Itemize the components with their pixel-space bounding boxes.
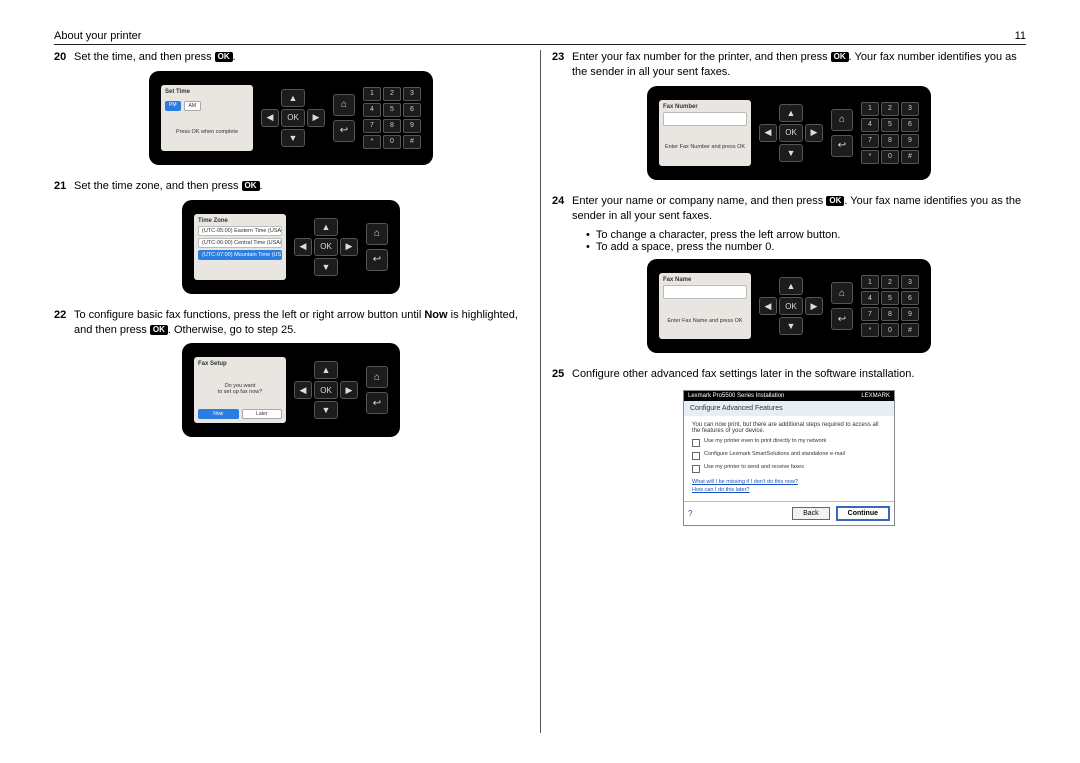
step-25: 25 Configure other advanced fax settings… xyxy=(552,367,1026,382)
page-header: About your printer 11 xyxy=(54,24,1026,45)
down-button[interactable]: ▼ xyxy=(281,129,305,147)
now-button[interactable]: Now xyxy=(198,409,239,419)
step-23: 23 Enter your fax number for the printer… xyxy=(552,50,1026,80)
dpad: ▲ ◀ OK ▶ ▼ xyxy=(261,89,325,147)
help-link-2[interactable]: How can I do this later? xyxy=(692,487,886,495)
right-button[interactable]: ▶ xyxy=(307,109,325,127)
ok-icon: OK xyxy=(826,196,844,206)
help-link-1[interactable]: What will I be missing if I don't do thi… xyxy=(692,479,886,487)
left-button[interactable]: ◀ xyxy=(261,109,279,127)
ok-icon: OK xyxy=(831,52,849,62)
dialog-heading: Configure Advanced Features xyxy=(684,401,894,416)
back-icon[interactable]: ↩ xyxy=(333,120,355,142)
home-icon[interactable]: ⌂ xyxy=(333,94,355,116)
ok-icon: OK xyxy=(242,181,260,191)
step-24: 24 Enter your name or company name, and … xyxy=(552,194,1026,224)
header-title: About your printer xyxy=(54,30,141,42)
ok-icon: OK xyxy=(150,325,168,335)
ok-icon: OK xyxy=(215,52,233,62)
back-button[interactable]: Back xyxy=(792,507,830,520)
up-button[interactable]: ▲ xyxy=(281,89,305,107)
printer-panel-fax-setup: Fax Setup Do you wantto set up fax now? … xyxy=(182,343,400,437)
ok-button[interactable]: OK xyxy=(281,109,305,127)
software-window: Lexmark Pro5500 Series Installation LEXM… xyxy=(683,390,895,525)
printer-panel-fax-name: Fax Name Enter Fax Name and press OK ▲ ◀… xyxy=(647,259,931,353)
step-21: 21 Set the time zone, and then press OK. xyxy=(54,179,528,194)
continue-button[interactable]: Continue xyxy=(836,506,890,521)
page-number: 11 xyxy=(1015,30,1026,42)
window-title: Lexmark Pro5500 Series Installation xyxy=(688,393,784,399)
keypad: 123 456 789 *0# xyxy=(363,87,421,149)
step-24-bullets: To change a character, press the left ar… xyxy=(586,229,1026,253)
printer-panel-time-zone: Time Zone (UTC-05:00) Eastern Time (USA/… xyxy=(182,200,400,294)
checkbox-1[interactable]: Use my printer even to print directly to… xyxy=(692,438,886,447)
later-button[interactable]: Later xyxy=(242,409,283,419)
printer-panel-set-time: Set Time PM AM Press OK when complete ▲ … xyxy=(149,71,433,165)
help-icon[interactable]: ? xyxy=(688,509,692,518)
brand-logo: LEXMARK xyxy=(861,393,890,399)
checkbox-3[interactable]: Use my printer to send and receive faxes xyxy=(692,464,886,473)
checkbox-2[interactable]: Configure Lexmark SmartSolutions and sta… xyxy=(692,451,886,460)
step-22: 22 To configure basic fax functions, pre… xyxy=(54,308,528,338)
printer-panel-fax-number: Fax Number Enter Fax Number and press OK… xyxy=(647,86,931,180)
step-20: 20 Set the time, and then press OK. xyxy=(54,50,528,65)
